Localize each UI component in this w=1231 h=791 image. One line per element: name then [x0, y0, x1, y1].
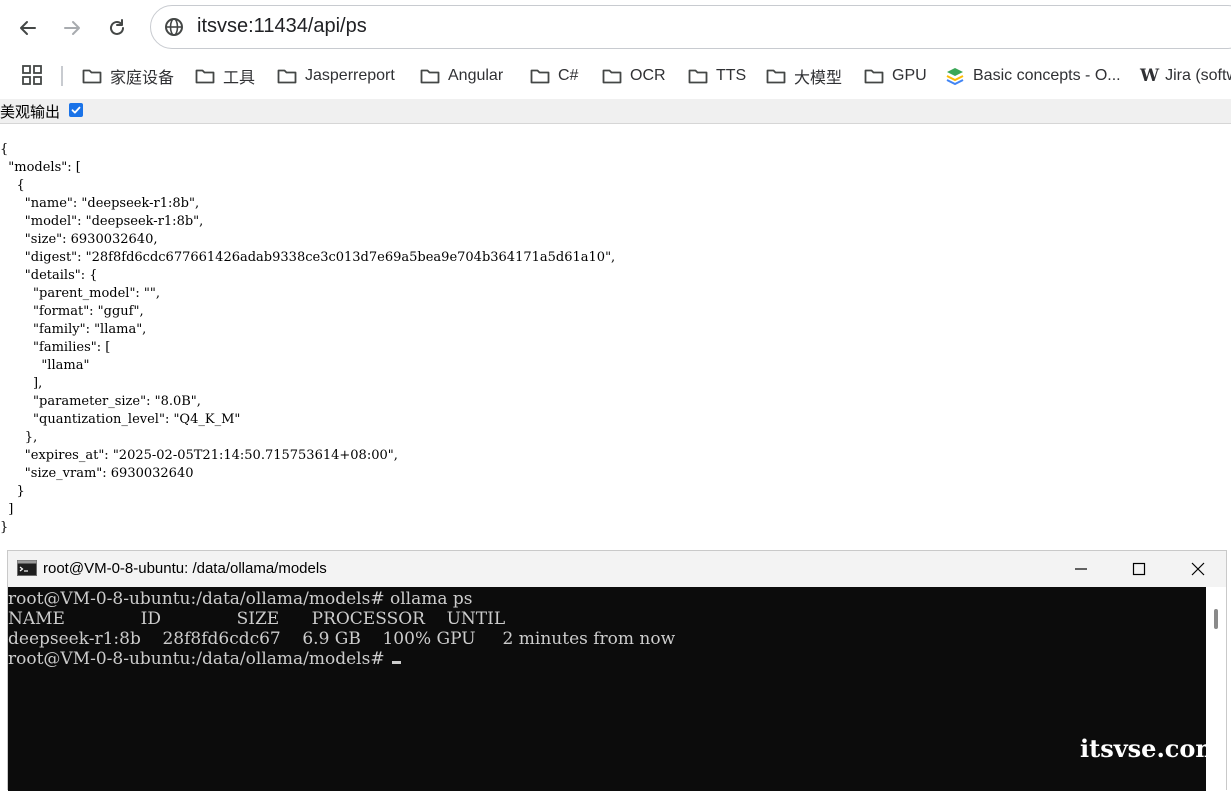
layers-icon [946, 68, 964, 86]
bookmark-label: 大模型 [794, 70, 843, 87]
pretty-print-label: 美观输出 [0, 103, 61, 121]
bookmark-jira[interactable]: W Jira (softw [1140, 62, 1231, 90]
terminal-prompt-line: root@VM-0-8-ubuntu:/data/ollama/models# [8, 649, 401, 669]
bookmark-folder-home-devices[interactable]: 家庭设备 [82, 62, 174, 90]
bookmark-folder-csharp[interactable]: C# [530, 62, 578, 90]
bookmark-label: GPU [892, 67, 927, 84]
terminal-line: deepseek-r1:8b 28f8fd6cdc67 6.9 GB 100% … [8, 629, 676, 649]
terminal-window: root@VM-0-8-ubuntu: /data/ollama/models … [7, 550, 1227, 791]
folder-icon [530, 69, 550, 84]
folder-icon [688, 69, 708, 84]
maximize-button[interactable] [1116, 551, 1162, 587]
bookmark-label: Basic concepts - O... [973, 67, 1121, 84]
json-line: "size": 6930032640, [0, 232, 158, 247]
bookmark-label: Jira (softw [1165, 67, 1231, 84]
scrollbar-thumb[interactable] [1214, 609, 1218, 629]
minimize-button[interactable] [1058, 551, 1104, 587]
json-line: } [0, 484, 25, 499]
browser-toolbar: itsvse:11434/api/ps [0, 0, 1231, 54]
reload-button[interactable] [101, 12, 133, 44]
bookmark-label: Angular [448, 67, 504, 84]
bookmark-folder-ocr[interactable]: OCR [602, 62, 666, 90]
bookmarks-bar: 家庭设备 工具 Jasperreport Angular C# OCR TTS … [0, 56, 1231, 96]
json-line: "details": { [0, 268, 98, 283]
json-line: "digest": "28f8fd6cdc677661426adab9338ce… [0, 250, 616, 265]
forward-button[interactable] [56, 12, 88, 44]
bookmark-label: C# [558, 67, 579, 84]
watermark: itsvse.com [1080, 734, 1221, 763]
terminal-output[interactable]: root@VM-0-8-ubuntu:/data/ollama/models# … [8, 587, 1206, 791]
pretty-print-checkbox[interactable] [69, 103, 83, 117]
json-line: "size_vram": 6930032640 [0, 466, 194, 481]
bookmarks-separator [61, 66, 63, 86]
folder-icon [864, 69, 884, 84]
site-info-icon[interactable] [163, 16, 185, 38]
arrow-left-icon [20, 21, 36, 35]
folder-icon [82, 69, 102, 84]
json-line: { [0, 142, 9, 157]
terminal-app-icon [17, 560, 37, 576]
address-bar[interactable]: itsvse:11434/api/ps [150, 5, 1231, 49]
w-icon: W [1140, 66, 1160, 86]
checkmark-icon [71, 106, 81, 114]
terminal-prompt: root@VM-0-8-ubuntu:/data/ollama/models# [8, 649, 390, 669]
bookmark-folder-tools[interactable]: 工具 [195, 62, 255, 90]
folder-icon [277, 69, 297, 84]
bookmark-folder-jasperreport[interactable]: Jasperreport [277, 62, 395, 90]
json-line: { [0, 178, 25, 193]
minimize-icon [1075, 568, 1087, 570]
reload-icon [110, 19, 124, 35]
json-line: "parameter_size": "8.0B", [0, 394, 201, 409]
bookmark-label: TTS [716, 67, 747, 84]
bookmark-basic-concepts[interactable]: Basic concepts - O... [945, 62, 1121, 90]
json-line: ] [0, 502, 14, 517]
json-line: }, [0, 430, 38, 445]
bookmark-label: Jasperreport [305, 67, 395, 84]
bookmark-label: 家庭设备 [110, 70, 175, 87]
terminal-line: NAME ID SIZE PROCESSOR UNTIL [8, 609, 506, 629]
json-line: "model": "deepseek-r1:8b", [0, 214, 204, 229]
json-line: "format": "gguf", [0, 304, 144, 319]
maximize-icon [1132, 562, 1146, 576]
terminal-titlebar[interactable]: root@VM-0-8-ubuntu: /data/ollama/models [8, 551, 1226, 587]
json-line: "families": [ [0, 340, 111, 355]
close-icon [1191, 562, 1205, 576]
pretty-print-bar: 美观输出 [0, 99, 1231, 124]
bookmark-folder-tts[interactable]: TTS [688, 62, 746, 90]
json-line: ], [0, 376, 43, 391]
bookmark-folder-large-models[interactable]: 大模型 [766, 62, 842, 90]
json-line: "llama" [0, 358, 90, 373]
bookmark-label: OCR [630, 67, 666, 84]
json-output: { "models": [ { "name": "deepseek-r1:8b"… [0, 141, 615, 537]
terminal-line: root@VM-0-8-ubuntu:/data/ollama/models# … [8, 589, 473, 609]
folder-icon [420, 69, 440, 84]
terminal-title: root@VM-0-8-ubuntu: /data/ollama/models [43, 560, 327, 577]
json-line: "family": "llama", [0, 322, 147, 337]
folder-icon [766, 69, 786, 84]
close-button[interactable] [1175, 551, 1221, 587]
url-text[interactable]: itsvse:11434/api/ps [197, 15, 367, 38]
bookmark-folder-angular[interactable]: Angular [420, 62, 503, 90]
json-line: "parent_model": "", [0, 286, 161, 301]
apps-grid-icon[interactable] [22, 65, 42, 85]
bookmark-label: 工具 [223, 70, 256, 87]
bookmark-folder-gpu[interactable]: GPU [864, 62, 927, 90]
json-line: "models": [ [0, 160, 81, 175]
folder-icon [602, 69, 622, 84]
back-button[interactable] [12, 12, 44, 44]
terminal-cursor [392, 661, 401, 664]
json-line: "expires_at": "2025-02-05T21:14:50.71575… [0, 448, 398, 463]
arrow-right-icon [64, 21, 80, 35]
json-line: "name": "deepseek-r1:8b", [0, 196, 200, 211]
json-line: } [0, 520, 9, 535]
json-line: "quantization_level": "Q4_K_M" [0, 412, 241, 427]
folder-icon [195, 69, 215, 84]
